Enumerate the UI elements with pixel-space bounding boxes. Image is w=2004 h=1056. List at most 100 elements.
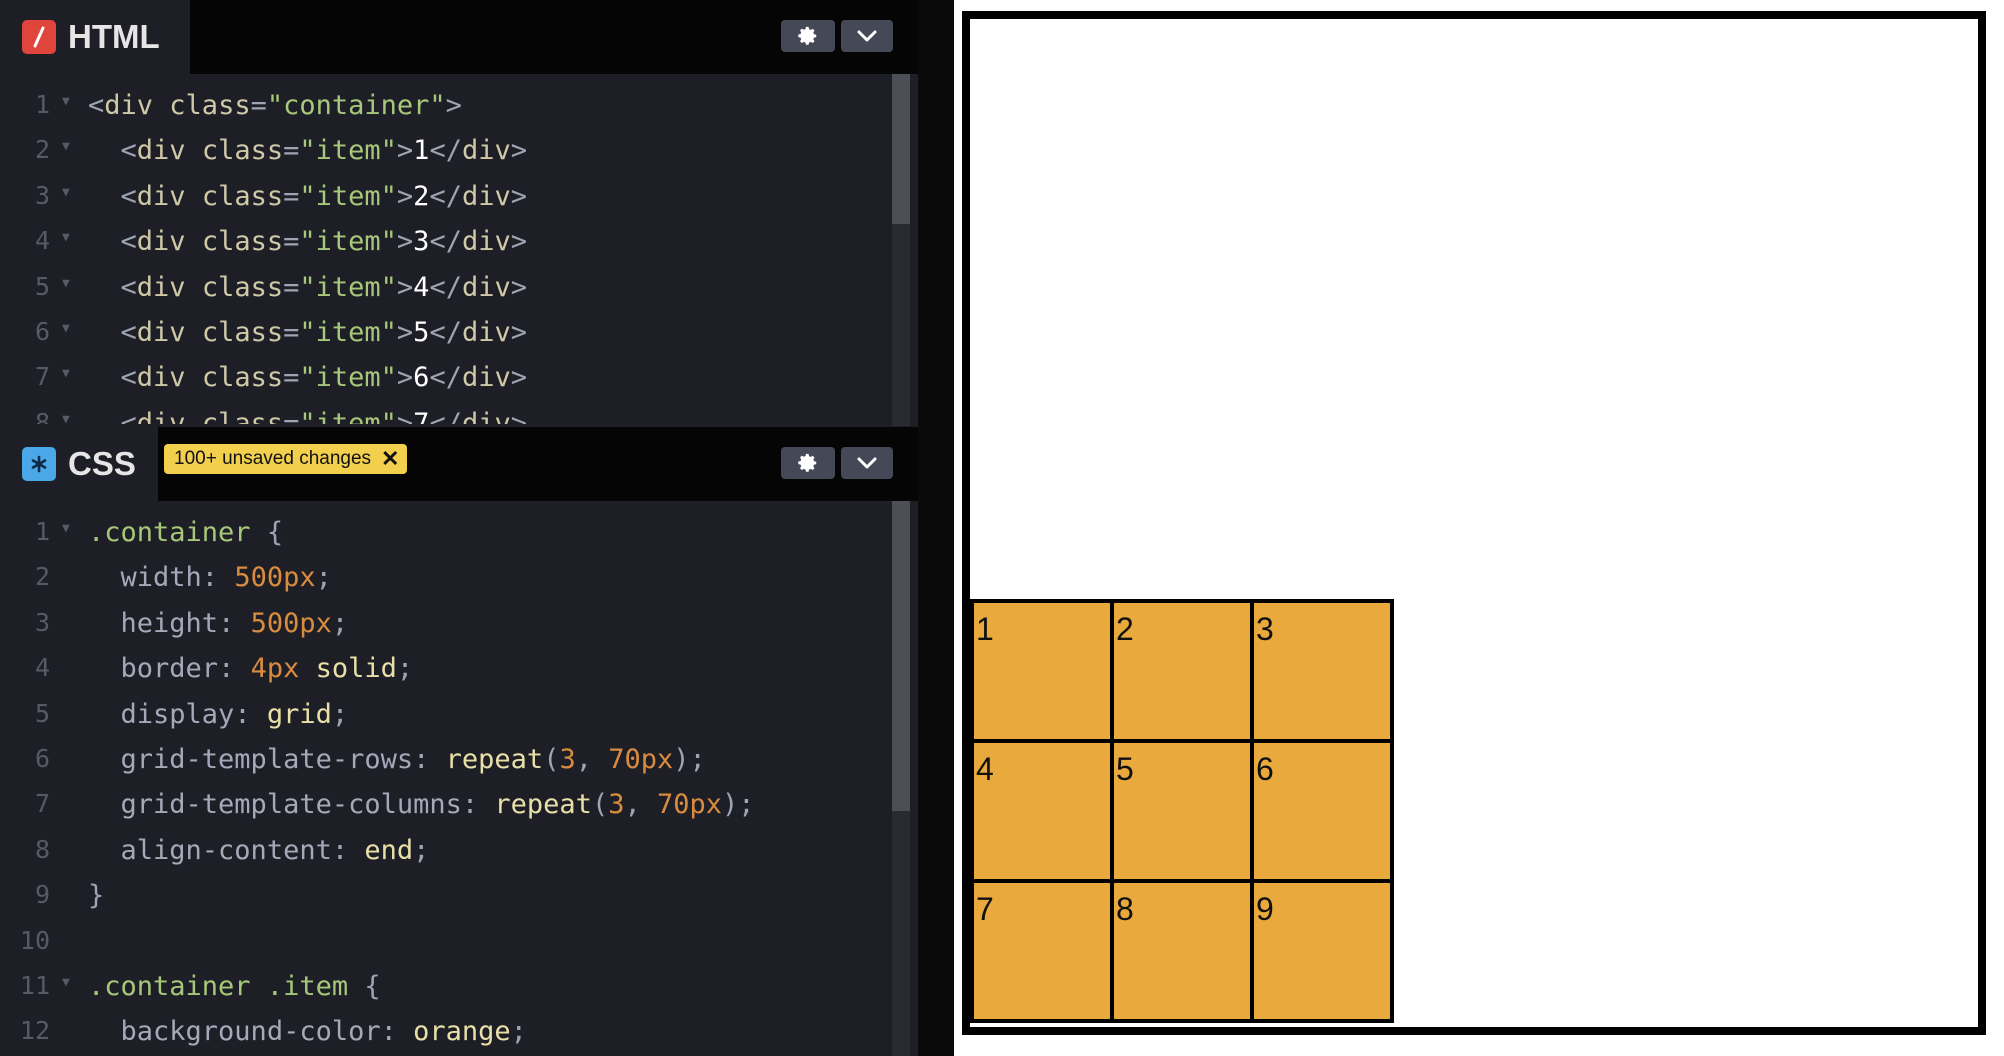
line-number: 1 <box>34 90 50 119</box>
code-text: display: grid; <box>120 698 349 730</box>
html-collapse-button[interactable] <box>841 20 893 52</box>
line-number: 8 <box>34 834 50 864</box>
code-line[interactable]: 2 ▼ <div class="item">1</div> <box>0 129 890 174</box>
unsaved-changes-badge[interactable]: 100+ unsaved changes ✕ <box>164 444 408 474</box>
code-line[interactable]: 12 background-color: orange; <box>0 1010 890 1055</box>
grid-item-label: 5 <box>1116 751 1134 787</box>
grid-item: 2 <box>1110 599 1254 743</box>
code-line[interactable]: 3 ▼ <div class="item">2</div> <box>0 175 890 220</box>
line-number: 2 <box>34 562 50 592</box>
code-text: .container { <box>88 517 284 548</box>
fold-arrow-icon[interactable]: ▼ <box>62 185 70 200</box>
code-line[interactable]: 8 align-content: end; <box>0 829 890 874</box>
grid-item-label: 9 <box>1256 891 1274 927</box>
grid-item: 1 <box>970 599 1114 743</box>
line-number: 3 <box>34 607 50 637</box>
line-number: 4 <box>34 226 50 256</box>
grid-item-label: 4 <box>976 751 994 787</box>
fold-arrow-icon[interactable]: ▼ <box>62 975 70 990</box>
fold-arrow-icon[interactable]: ▼ <box>62 230 70 245</box>
line-number: 3 <box>34 180 50 210</box>
code-line[interactable]: 11 ▼ .container .item { <box>0 965 890 1010</box>
code-line[interactable]: 7 grid-template-columns: repeat(3, 70px)… <box>0 783 890 828</box>
code-line[interactable]: 4 border: 4px solid; <box>0 647 890 692</box>
fold-arrow-icon[interactable]: ▼ <box>62 139 70 154</box>
code-text: border: 4px solid; <box>120 653 414 685</box>
code-line[interactable]: 9} <box>0 874 890 919</box>
grid-item: 8 <box>1110 879 1254 1023</box>
html-code-editor[interactable]: 1 ▼ <div class="container"> 2 ▼ <div class="… <box>0 84 890 424</box>
grid-item-label: 2 <box>1116 611 1134 647</box>
html-tab-title: HTML <box>68 18 160 55</box>
grid-item: 4 <box>970 739 1114 883</box>
fold-arrow-icon[interactable]: ▼ <box>62 276 70 291</box>
code-text: <div class="item">6</div> <box>120 362 527 394</box>
css-tab-title: CSS <box>68 445 136 482</box>
fold-arrow-icon[interactable]: ▼ <box>62 321 70 336</box>
line-number: 6 <box>34 316 50 346</box>
html-settings-button[interactable] <box>781 20 835 52</box>
asterisk-icon <box>22 447 56 481</box>
line-number: 1 <box>34 517 50 546</box>
line-number: 11 <box>19 970 50 1000</box>
code-line[interactable]: 4 ▼ <div class="item">3</div> <box>0 220 890 265</box>
code-text: <div class="item">5</div> <box>120 316 527 348</box>
code-line[interactable]: 1 ▼ <div class="container"> <box>0 84 890 129</box>
css-collapse-button[interactable] <box>841 447 893 479</box>
code-text: <div class="container"> <box>88 90 462 121</box>
gear-icon <box>798 26 817 45</box>
fold-arrow-icon[interactable]: ▼ <box>62 412 70 424</box>
grid-item: 7 <box>970 879 1114 1023</box>
line-number: 12 <box>19 1016 50 1046</box>
code-text: grid-template-columns: repeat(3, 70px); <box>120 789 755 821</box>
fold-arrow-icon[interactable]: ▼ <box>62 94 70 109</box>
chevron-down-icon <box>857 30 877 42</box>
grid-item: 3 <box>1250 599 1394 743</box>
code-text: .container .item { <box>88 970 381 1002</box>
code-text: <div class="item">1</div> <box>120 135 527 167</box>
panel-divider[interactable] <box>918 0 954 1056</box>
code-line[interactable]: 1 ▼ .container { <box>0 511 890 556</box>
line-number: 7 <box>34 789 50 819</box>
fold-arrow-icon[interactable]: ▼ <box>62 521 70 536</box>
html-tab[interactable]: HTML <box>0 0 190 74</box>
code-text: <div class="item">2</div> <box>120 180 527 212</box>
fold-arrow-icon[interactable]: ▼ <box>62 366 70 381</box>
grid-item-label: 6 <box>1256 751 1274 787</box>
code-text: } <box>88 880 105 912</box>
line-number: 7 <box>34 362 50 392</box>
css-panel-header: CSS 100+ unsaved changes ✕ <box>0 427 918 501</box>
css-scrollbar[interactable] <box>892 501 910 811</box>
code-line[interactable]: 10 <box>0 920 890 965</box>
css-tab[interactable]: CSS <box>0 427 158 501</box>
html-scrollbar[interactable] <box>892 74 910 224</box>
grid-item: 5 <box>1110 739 1254 883</box>
css-settings-button[interactable] <box>781 447 835 479</box>
code-line[interactable]: 6 ▼ <div class="item">5</div> <box>0 311 890 356</box>
code-line[interactable]: 3 height: 500px; <box>0 602 890 647</box>
gear-icon <box>798 453 817 472</box>
grid-item-label: 3 <box>1256 611 1274 647</box>
grid-container: 1 2 3 4 5 6 7 8 9 <box>962 11 1986 1035</box>
code-line[interactable]: 5 display: grid; <box>0 693 890 738</box>
code-line[interactable]: 7 ▼ <div class="item">6</div> <box>0 356 890 401</box>
code-line[interactable]: 5 ▼ <div class="item">4</div> <box>0 266 890 311</box>
line-number: 2 <box>34 135 50 165</box>
code-line[interactable]: 2 width: 500px; <box>0 556 890 601</box>
code-text: grid-template-rows: repeat(3, 70px); <box>120 743 706 775</box>
grid-item-label: 1 <box>976 611 994 647</box>
code-line[interactable]: 6 grid-template-rows: repeat(3, 70px); <box>0 738 890 783</box>
grid-item-label: 8 <box>1116 891 1134 927</box>
close-icon[interactable]: ✕ <box>381 448 399 470</box>
line-number: 4 <box>34 653 50 683</box>
editor-area: HTML 1 ▼ <div class="container"> 2 ▼ <div cl… <box>0 0 918 1056</box>
code-text: align-content: end; <box>120 834 430 866</box>
grid-item: 6 <box>1250 739 1394 883</box>
code-line[interactable]: 8 ▼ <div class="item">7</div> <box>0 402 890 424</box>
code-text: background-color: orange; <box>120 1016 527 1048</box>
line-number: 6 <box>34 743 50 773</box>
css-code-editor[interactable]: 1 ▼ .container {2 width: 500px; 3 height: 5… <box>0 511 890 1056</box>
code-text: height: 500px; <box>120 607 349 639</box>
line-number: 9 <box>34 880 50 910</box>
line-number: 8 <box>34 407 50 424</box>
